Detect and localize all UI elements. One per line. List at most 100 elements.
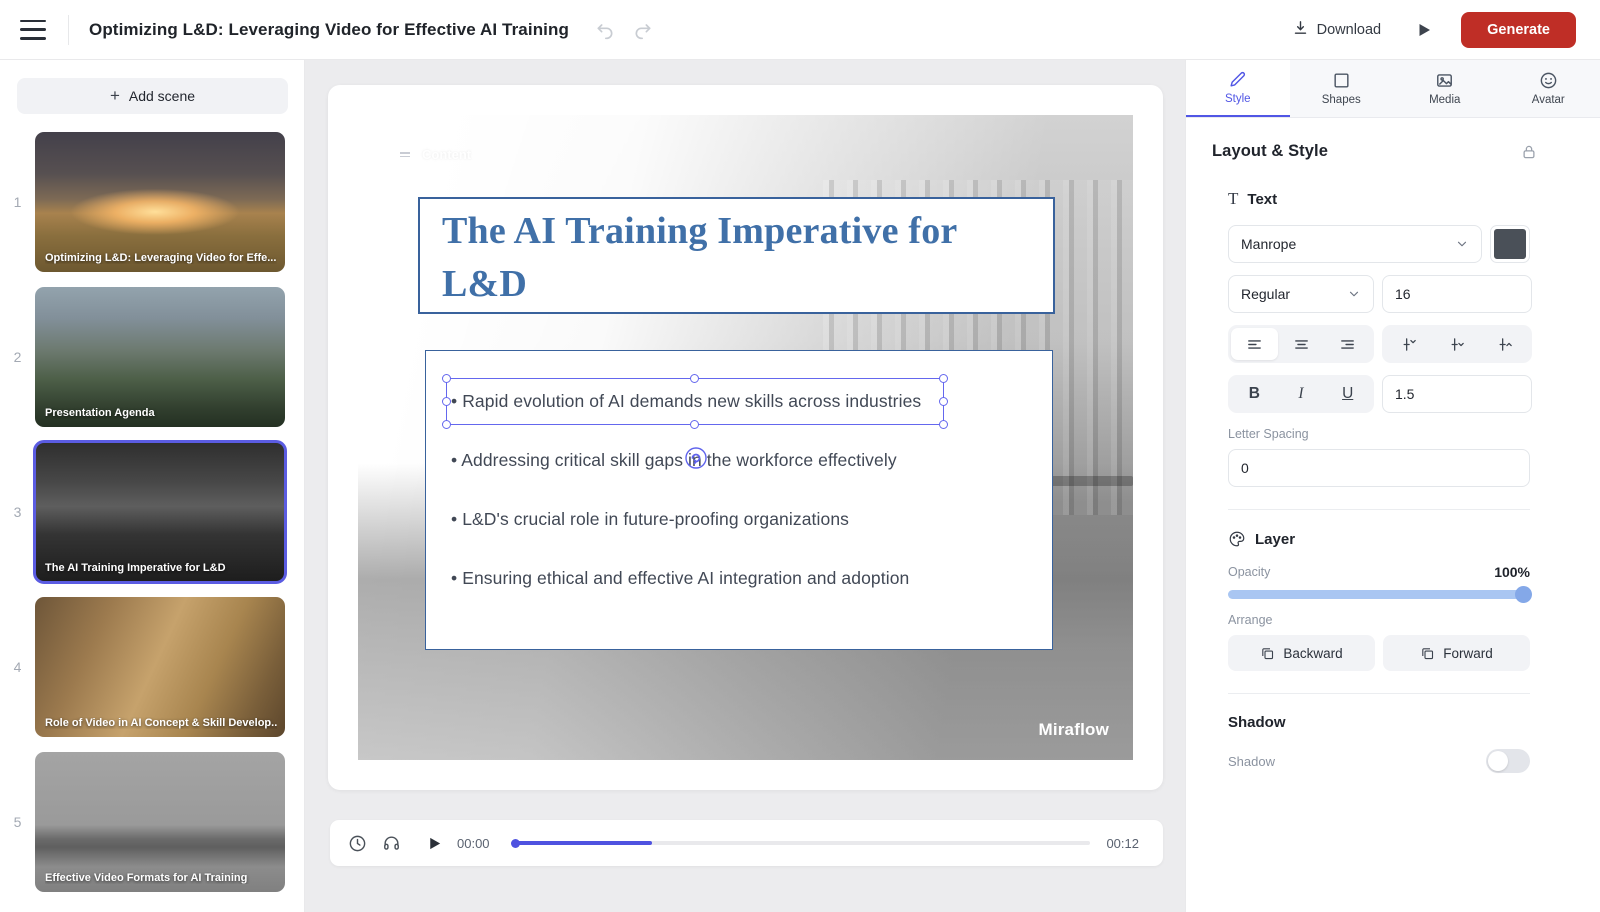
shadow-toggle[interactable]: [1486, 749, 1530, 773]
text-color-picker[interactable]: [1490, 225, 1530, 263]
tab-style[interactable]: Style: [1186, 60, 1290, 117]
scene-number: 3: [0, 504, 35, 520]
timeline-play-button[interactable]: [426, 835, 443, 852]
add-scene-button[interactable]: + Add scene: [17, 78, 288, 114]
scene-title: The AI Training Imperative for L&D: [45, 562, 277, 574]
generate-button[interactable]: Generate: [1461, 12, 1576, 48]
valign-middle-button[interactable]: [1433, 328, 1481, 360]
scene-thumbnail-5[interactable]: Effective Video Formats for AI Training: [35, 752, 285, 892]
send-backward-button[interactable]: Backward: [1228, 635, 1375, 671]
align-left-button[interactable]: [1231, 328, 1278, 360]
line-height-input[interactable]: [1382, 375, 1532, 413]
toggle-knob: [1488, 751, 1508, 771]
text-color-swatch: [1494, 229, 1526, 259]
properties-panel: Style Shapes Media Avatar Layout & Style: [1185, 60, 1600, 912]
scene-row: 5 Effective Video Formats for AI Trainin…: [0, 752, 304, 892]
scene-title: Optimizing L&D: Leveraging Video for Eff…: [45, 252, 277, 264]
menu-icon[interactable]: [20, 20, 46, 40]
italic-button[interactable]: I: [1278, 378, 1325, 410]
content-badge: Content: [390, 143, 481, 166]
scene-sidebar: + Add scene 1 Optimizing L&D: Leveraging…: [0, 60, 305, 912]
top-bar: Optimizing L&D: Leveraging Video for Eff…: [0, 0, 1600, 60]
scene-row: 1 Optimizing L&D: Leveraging Video for E…: [0, 132, 304, 272]
selection-box[interactable]: [446, 378, 944, 425]
bullet-item[interactable]: • Addressing critical skill gaps in the …: [451, 446, 1052, 474]
resize-handle-ne[interactable]: [939, 374, 948, 383]
chevron-down-icon: [1347, 287, 1361, 301]
miraflow-watermark: Miraflow: [1038, 720, 1109, 740]
tab-shapes[interactable]: Shapes: [1290, 60, 1394, 117]
font-size-input[interactable]: [1382, 275, 1532, 313]
opacity-slider-thumb[interactable]: [1515, 586, 1532, 603]
scene-thumbnail-3-selected[interactable]: The AI Training Imperative for L&D: [35, 442, 285, 582]
topbar-divider: [68, 15, 69, 45]
vertical-align-group: [1382, 325, 1532, 363]
slide-title: The AI Training Imperative for L&D: [442, 205, 1023, 311]
resize-handle-sw[interactable]: [442, 420, 451, 429]
text-icon: T: [1228, 189, 1238, 209]
current-time: 00:00: [457, 836, 495, 851]
layers-icon: [1260, 646, 1275, 661]
slide-content-box[interactable]: • Rapid evolution of AI demands new skil…: [425, 350, 1053, 650]
scene-title: Effective Video Formats for AI Training: [45, 872, 277, 884]
lock-icon[interactable]: [1520, 143, 1538, 161]
redo-icon[interactable]: [633, 20, 653, 40]
scene-thumbnail-2[interactable]: Presentation Agenda: [35, 287, 285, 427]
rotate-handle-icon[interactable]: [684, 446, 708, 470]
bullet-item[interactable]: • L&D's crucial role in future-proofing …: [451, 505, 1052, 533]
bullet-item[interactable]: • Ensuring ethical and effective AI inte…: [451, 564, 1052, 592]
font-weight-select[interactable]: Regular: [1228, 275, 1374, 313]
plus-icon: +: [110, 86, 120, 106]
letter-spacing-input[interactable]: [1228, 449, 1530, 487]
scene-thumbnail-4[interactable]: Role of Video in AI Concept & Skill Deve…: [35, 597, 285, 737]
playhead[interactable]: [511, 839, 520, 848]
scene-number: 4: [0, 659, 35, 675]
resize-handle-w[interactable]: [442, 397, 451, 406]
section-title: Layout & Style: [1212, 142, 1328, 161]
scene-number: 1: [0, 194, 35, 210]
divider: [1228, 509, 1530, 510]
slide-canvas[interactable]: Content The AI Training Imperative for L…: [358, 115, 1133, 760]
scene-thumbnail-1[interactable]: Optimizing L&D: Leveraging Video for Eff…: [35, 132, 285, 272]
resize-handle-s[interactable]: [690, 420, 699, 429]
bold-button[interactable]: B: [1231, 378, 1278, 410]
scene-title: Presentation Agenda: [45, 407, 277, 419]
duration-clock-icon[interactable]: [348, 834, 367, 853]
pencil-icon: [1228, 70, 1247, 89]
audio-headphones-icon[interactable]: [382, 834, 401, 853]
divider: [1228, 693, 1530, 694]
chevron-down-icon: [1455, 237, 1469, 251]
resize-handle-n[interactable]: [690, 374, 699, 383]
slide-title-box[interactable]: The AI Training Imperative for L&D: [418, 197, 1055, 314]
layers-icon: [1420, 646, 1435, 661]
resize-handle-e[interactable]: [939, 397, 948, 406]
editor-main: Content The AI Training Imperative for L…: [305, 60, 1185, 912]
valign-bottom-button[interactable]: [1481, 328, 1529, 360]
download-icon: [1292, 19, 1309, 40]
tab-media[interactable]: Media: [1393, 60, 1497, 117]
download-button[interactable]: Download: [1292, 19, 1382, 40]
tab-avatar[interactable]: Avatar: [1497, 60, 1600, 117]
document-title: Optimizing L&D: Leveraging Video for Eff…: [89, 20, 569, 40]
resize-handle-nw[interactable]: [442, 374, 451, 383]
underline-button[interactable]: U: [1324, 378, 1371, 410]
arrange-label: Arrange: [1228, 613, 1530, 627]
opacity-slider[interactable]: [1228, 590, 1530, 599]
letter-spacing-label: Letter Spacing: [1228, 427, 1530, 441]
bring-forward-button[interactable]: Forward: [1383, 635, 1530, 671]
valign-top-button[interactable]: [1385, 328, 1433, 360]
shadow-section-header: Shadow: [1228, 714, 1530, 731]
timeline-track[interactable]: [513, 841, 1090, 845]
smiley-icon: [1539, 71, 1558, 90]
timeline-progress: [513, 841, 652, 845]
undo-icon[interactable]: [595, 20, 615, 40]
text-section-header: T Text: [1228, 189, 1530, 209]
shadow-toggle-label: Shadow: [1228, 754, 1275, 769]
resize-handle-se[interactable]: [939, 420, 948, 429]
font-family-select[interactable]: Manrope: [1228, 225, 1482, 263]
align-right-button[interactable]: [1324, 328, 1371, 360]
scene-list: 1 Optimizing L&D: Leveraging Video for E…: [0, 132, 304, 892]
opacity-label: Opacity: [1228, 565, 1270, 579]
align-center-button[interactable]: [1278, 328, 1325, 360]
preview-play-button[interactable]: [1415, 21, 1433, 39]
